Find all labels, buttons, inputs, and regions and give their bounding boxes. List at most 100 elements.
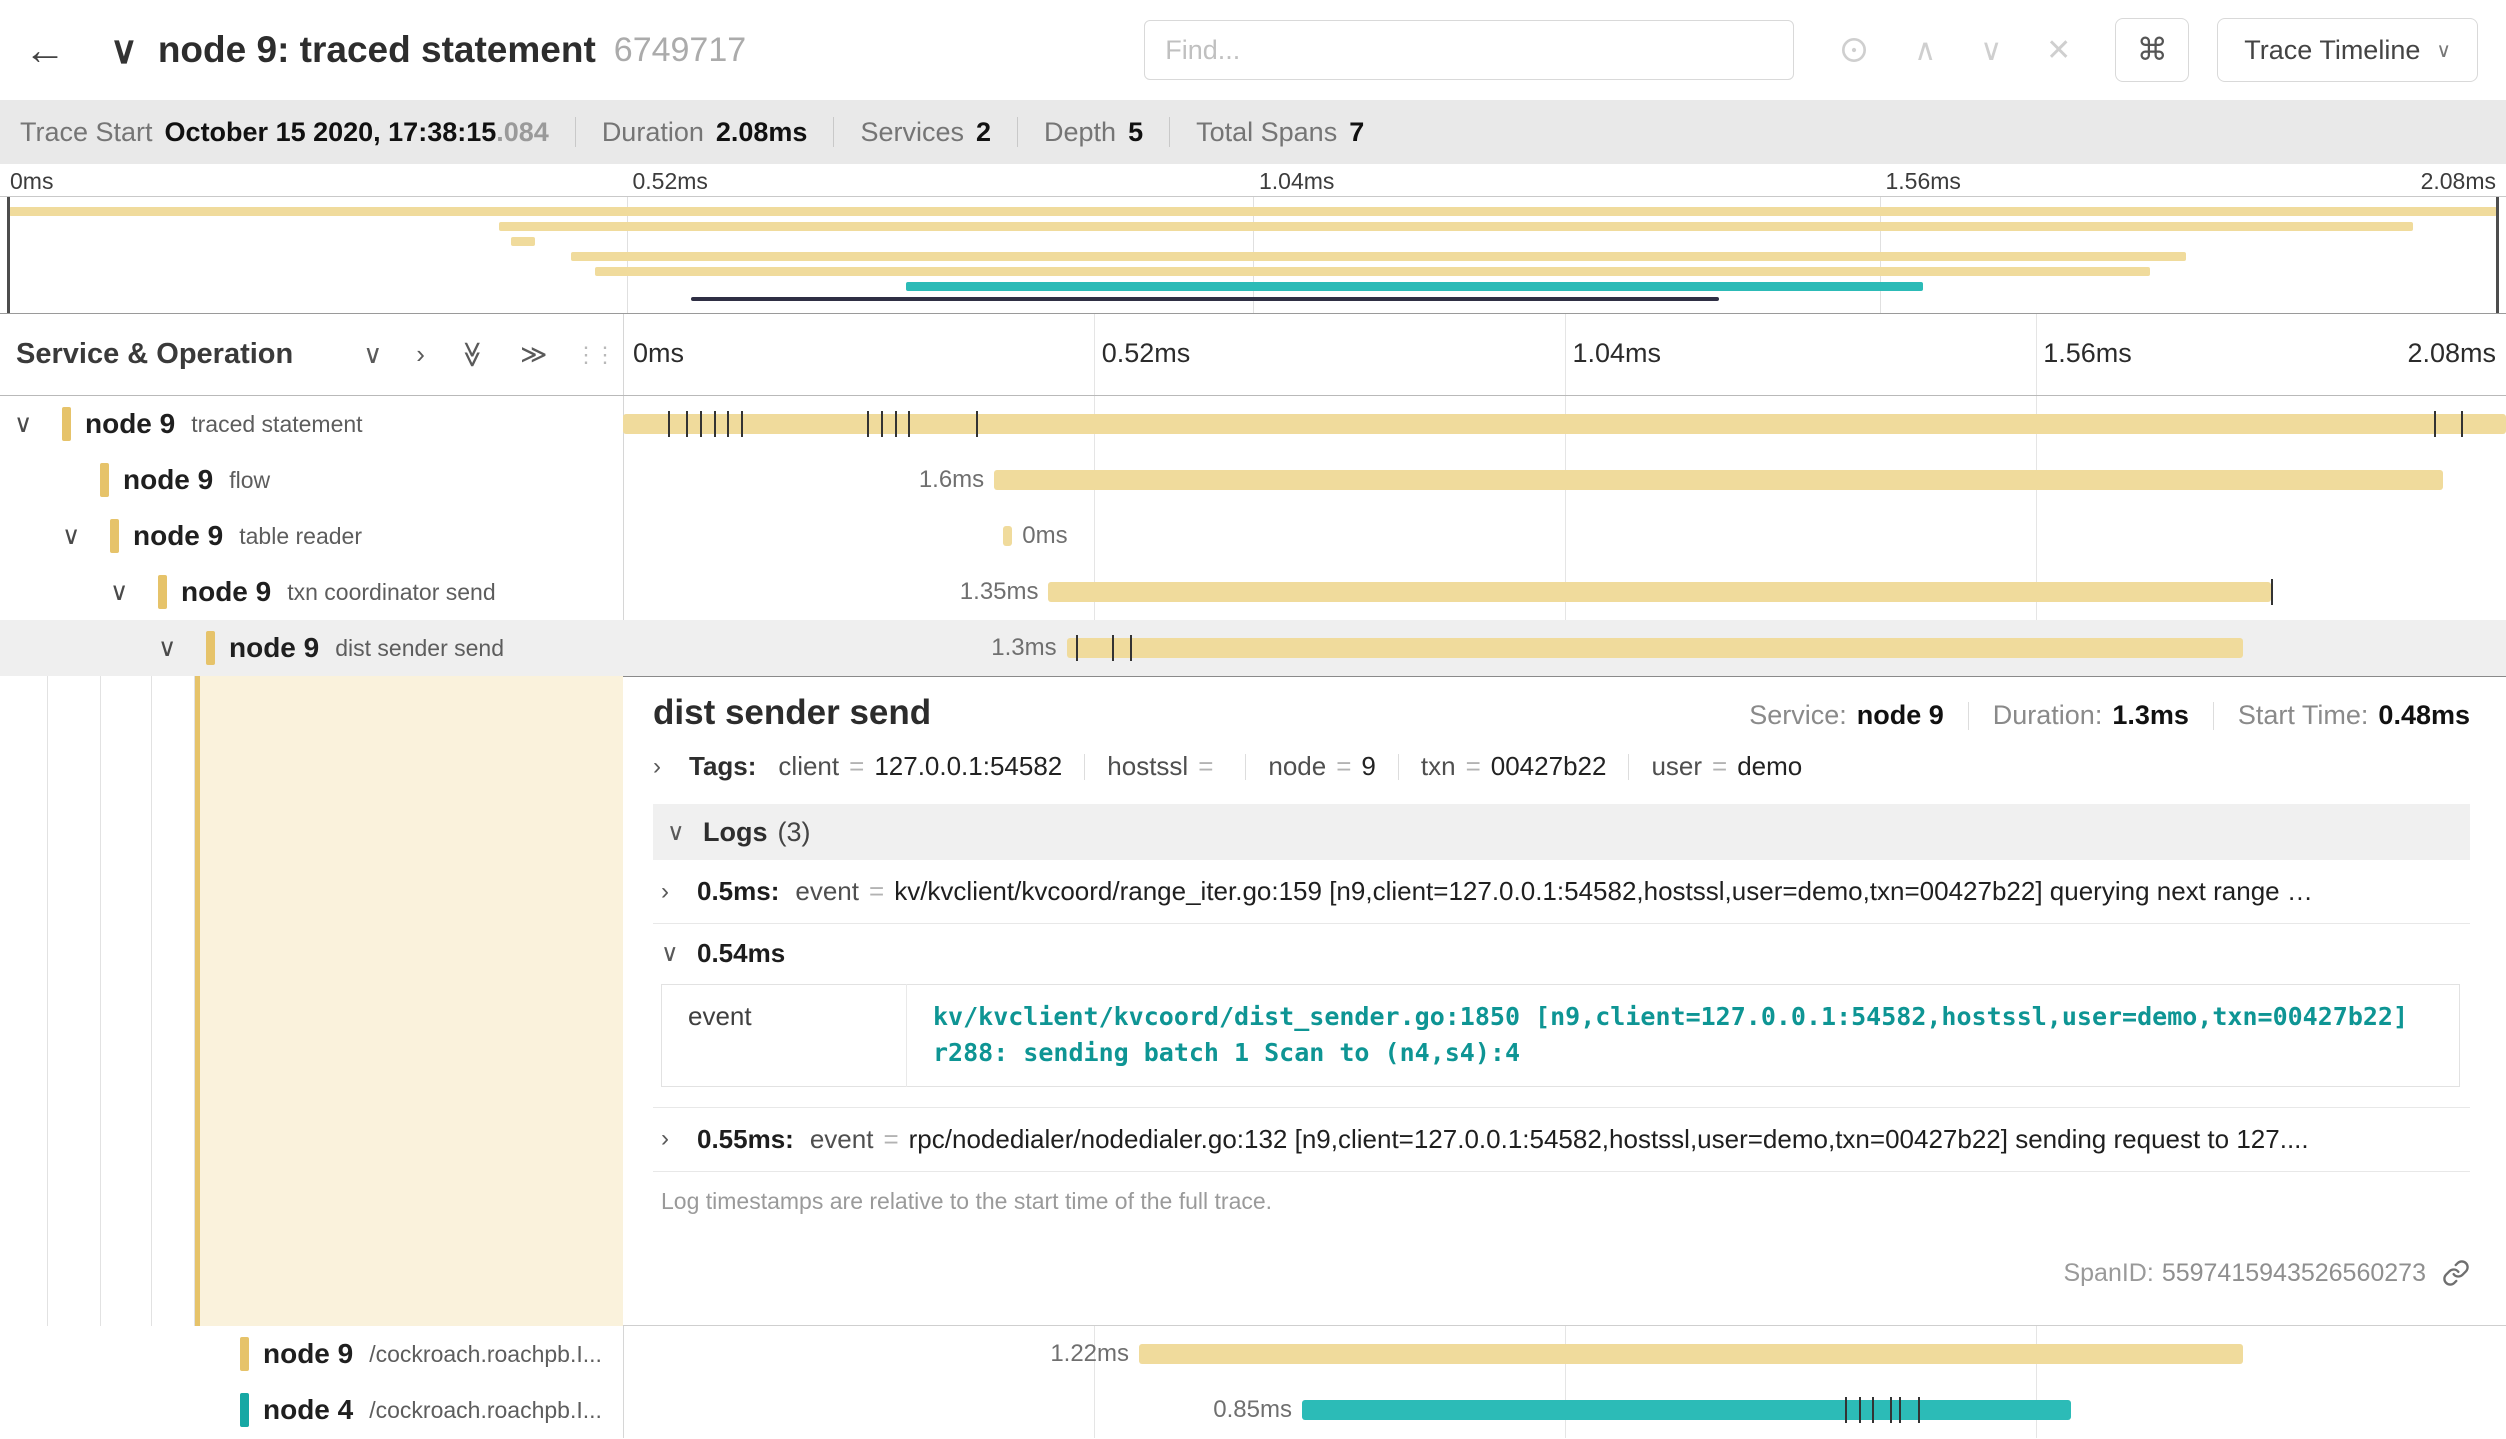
span-bar-track[interactable]: 1.3ms — [623, 620, 2506, 676]
tag-value: 9 — [1361, 751, 1375, 781]
log-timestamp: 0.55ms: — [697, 1124, 794, 1155]
close-icon[interactable]: ✕ — [2046, 33, 2071, 68]
log-marker-tick — [881, 411, 883, 437]
logs-toggle[interactable]: ∨ Logs (3) — [653, 804, 2470, 860]
log-marker-tick — [686, 411, 688, 437]
span-bar[interactable] — [1139, 1344, 2243, 1364]
log-marker-tick — [668, 411, 670, 437]
span-expander-icon[interactable]: ∨ — [158, 633, 206, 663]
meta-value: node 9 — [1857, 700, 1944, 731]
span-bar-track[interactable]: 1.6ms — [623, 452, 2506, 508]
span-tree-cell[interactable]: node 9 /cockroach.roachpb.I... — [0, 1326, 623, 1382]
span-expander-icon[interactable]: ∨ — [62, 521, 110, 551]
tag-key: node — [1268, 751, 1326, 781]
span-bar[interactable] — [994, 470, 2442, 490]
log-entry[interactable]: › 0.55ms: event = rpc/nodedialer/nodedia… — [653, 1108, 2470, 1172]
tags-toggle[interactable]: › Tags: client=127.0.0.1:54582 hostssl= … — [653, 751, 2470, 782]
span-bar-track[interactable]: 1.22ms — [623, 1326, 2506, 1382]
summary-value: 2.08ms — [716, 117, 808, 148]
span-bar-track[interactable]: 0.85ms — [623, 1382, 2506, 1438]
span-bar[interactable] — [623, 414, 2506, 434]
log-marker-tick — [908, 411, 910, 437]
tag-key: txn — [1421, 751, 1456, 781]
log-marker-tick — [700, 411, 702, 437]
span-row[interactable]: node 9 flow 1.6ms — [0, 452, 2506, 508]
summary-value: October 15 2020, 17:38:15 — [165, 117, 497, 148]
span-row-selected[interactable]: ∨ node 9 dist sender send 1.3ms — [0, 620, 2506, 676]
span-bar-track[interactable]: 0ms — [623, 508, 2506, 564]
span-tree-cell[interactable]: ∨ node 9 traced statement — [0, 396, 623, 452]
collapse-one-icon[interactable]: ∨ — [363, 339, 382, 370]
log-marker-tick — [1130, 635, 1132, 661]
axis-tick-label: 1.04ms — [1259, 168, 1334, 195]
log-marker-tick — [1918, 1397, 1920, 1423]
crosshair-icon[interactable] — [1838, 34, 1870, 66]
log-entry[interactable]: › 0.5ms: event = kv/kvclient/kvcoord/ran… — [653, 860, 2470, 924]
span-row[interactable]: node 9 /cockroach.roachpb.I... 1.22ms — [0, 1326, 2506, 1382]
range-handle-right[interactable] — [2496, 197, 2499, 313]
span-detail-meta: Service: node 9 Duration: 1.3ms Start Ti… — [1749, 700, 2470, 731]
column-drag-grip[interactable]: ⋮⋮ — [575, 342, 613, 368]
trace-view-dropdown[interactable]: Trace Timeline ∨ — [2217, 18, 2478, 82]
log-marker-tick — [1076, 635, 1078, 661]
expand-all-icon[interactable]: ≫ — [520, 339, 547, 370]
range-handle-left[interactable] — [7, 197, 10, 313]
axis-tick-label: 2.08ms — [2407, 338, 2496, 369]
divider — [2213, 702, 2214, 730]
equals-sign: = — [849, 751, 864, 781]
meta-label: Start Time: — [2238, 700, 2369, 731]
app-header: ← ∨ node 9: traced statement 6749717 ∧ ∨… — [0, 0, 2506, 100]
minimap-canvas[interactable] — [0, 196, 2506, 314]
summary-label: Duration — [602, 117, 704, 148]
span-tree-cell[interactable]: ∨ node 9 dist sender send — [0, 620, 623, 676]
span-row[interactable]: ∨ node 9 table reader 0ms — [0, 508, 2506, 564]
service-color-chip — [206, 631, 215, 665]
timeline-header: Service & Operation ∨ › ≫ ≫ ⋮⋮ 0ms 0.52m… — [0, 314, 2506, 396]
trace-timeline: Service & Operation ∨ › ≫ ≫ ⋮⋮ 0ms 0.52m… — [0, 314, 2506, 1438]
tag-item: user=demo — [1651, 751, 1802, 782]
service-name: node 9 — [133, 520, 223, 552]
equals-sign: = — [883, 1124, 898, 1155]
span-expander-icon[interactable]: ∨ — [110, 577, 158, 607]
log-entry-toggle[interactable]: ∨ 0.54ms — [653, 924, 2470, 982]
span-row[interactable]: ∨ node 9 traced statement — [0, 396, 2506, 452]
chevron-up-icon[interactable]: ∧ — [1914, 33, 1936, 68]
log-marker-tick — [741, 411, 743, 437]
collapse-all-icon[interactable]: ≫ — [457, 341, 488, 368]
span-tree-cell[interactable]: node 9 flow — [0, 452, 623, 508]
log-marker-tick — [1890, 1397, 1892, 1423]
span-bar-track[interactable] — [623, 396, 2506, 452]
timeline-axis: 0ms 0.52ms 1.04ms 1.56ms 2.08ms — [623, 314, 2506, 395]
axis-tick-label: 0ms — [10, 168, 53, 195]
span-bar[interactable] — [1067, 638, 2244, 658]
span-bar-track[interactable]: 1.35ms — [623, 564, 2506, 620]
chevron-down-icon[interactable]: ∨ — [1980, 33, 2002, 68]
span-tree-cell[interactable]: ∨ node 9 table reader — [0, 508, 623, 564]
indent-guide — [0, 676, 48, 1326]
divider — [1245, 754, 1246, 780]
meta-label: Duration: — [1993, 700, 2103, 731]
header-collapse-chevron-icon[interactable]: ∨ — [110, 28, 138, 73]
meta-value: 0.48ms — [2378, 700, 2470, 731]
tag-key: client — [778, 751, 839, 781]
link-icon[interactable] — [2442, 1259, 2470, 1287]
expand-one-icon[interactable]: › — [416, 339, 425, 370]
span-row[interactable]: ∨ node 9 txn coordinator send 1.35ms — [0, 564, 2506, 620]
span-tree-cell[interactable]: ∨ node 9 txn coordinator send — [0, 564, 623, 620]
tag-item: txn=00427b22 — [1421, 751, 1607, 782]
service-color-chip — [62, 407, 71, 441]
span-id-label: SpanID: — [2063, 1259, 2153, 1288]
find-input[interactable] — [1144, 20, 1794, 80]
divider — [833, 117, 834, 147]
span-expander-icon[interactable]: ∨ — [14, 409, 62, 439]
span-row[interactable]: node 4 /cockroach.roachpb.I... 0.85ms — [0, 1382, 2506, 1438]
span-tree-cell[interactable]: node 4 /cockroach.roachpb.I... — [0, 1382, 623, 1438]
keyboard-shortcuts-button[interactable]: ⌘ — [2115, 18, 2189, 82]
span-bar[interactable] — [1048, 582, 2270, 602]
span-bar[interactable] — [1003, 526, 1012, 546]
span-bar[interactable] — [1302, 1400, 2071, 1420]
summary-label: Total Spans — [1196, 117, 1337, 148]
minimap-span — [691, 297, 1720, 301]
back-icon[interactable]: ← — [24, 26, 66, 74]
log-fields-table: event kv/kvclient/kvcoord/dist_sender.go… — [661, 984, 2460, 1087]
